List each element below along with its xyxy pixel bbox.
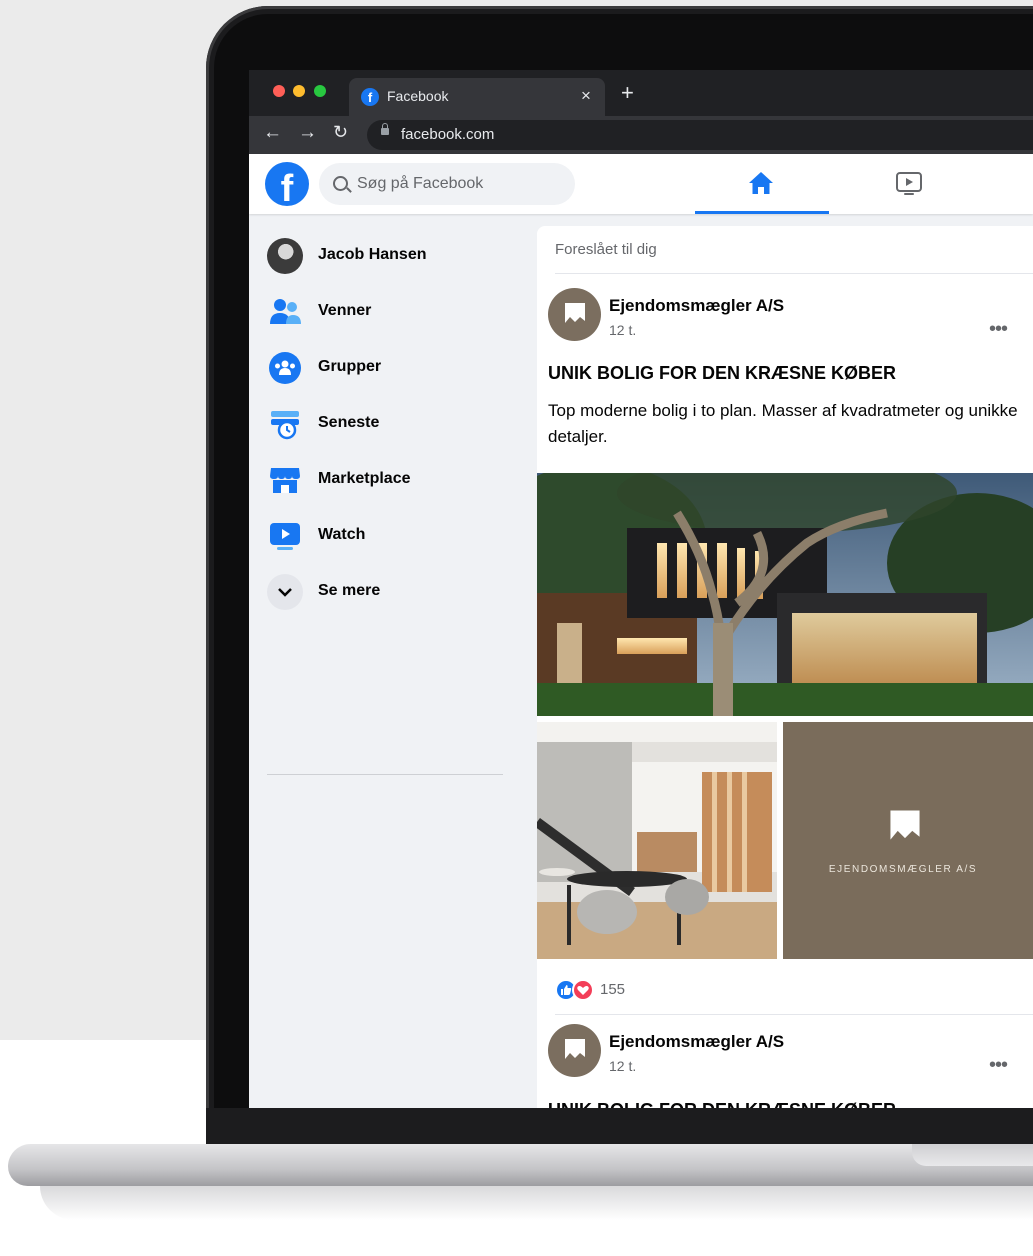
facebook-favicon-icon: f bbox=[361, 88, 379, 106]
sidebar-item-label: Venner bbox=[318, 302, 372, 319]
more-options-icon[interactable]: ••• bbox=[989, 318, 1008, 341]
post-headline: UNIK BOLIG FOR DEN KRÆSNE KØBER bbox=[548, 1100, 896, 1108]
address-bar: ← → ↻ facebook.com bbox=[249, 116, 1033, 154]
flag-logo-icon bbox=[890, 810, 920, 840]
marketplace-icon bbox=[270, 468, 300, 493]
minimize-window-button[interactable] bbox=[293, 85, 305, 97]
friends-icon bbox=[270, 299, 301, 324]
sidebar-item-label: Grupper bbox=[318, 358, 382, 375]
tab-close-icon[interactable]: × bbox=[581, 86, 591, 106]
sidebar-item-marketplace[interactable]: Marketplace bbox=[259, 454, 519, 506]
profile-avatar bbox=[267, 238, 303, 274]
forward-arrow-icon[interactable]: → bbox=[298, 122, 317, 144]
flag-logo-icon bbox=[565, 303, 585, 323]
reaction-count: 155 bbox=[600, 981, 626, 998]
sidebar-item-label: Jacob Hansen bbox=[318, 246, 427, 263]
sidebar-item-see-more[interactable]: Se mere bbox=[259, 566, 519, 618]
sidebar-item-friends[interactable]: Venner bbox=[259, 286, 519, 338]
close-window-button[interactable] bbox=[273, 85, 285, 97]
brand-tile-text: EJENDOMSMÆGLER A/S bbox=[828, 864, 978, 875]
search-placeholder: Søg på Facebook bbox=[357, 175, 484, 192]
url-text: facebook.com bbox=[401, 126, 495, 143]
laptop-notch bbox=[912, 1144, 1033, 1166]
back-arrow-icon[interactable]: ← bbox=[263, 122, 282, 144]
divider bbox=[555, 1014, 1033, 1015]
post-time[interactable]: 12 t. bbox=[609, 1058, 636, 1074]
sidebar-divider bbox=[267, 774, 503, 775]
active-tab-indicator bbox=[695, 211, 829, 214]
new-tab-button[interactable]: + bbox=[621, 80, 634, 106]
feed-post: Ejendomsmægler A/S 12 t. ••• UNIK BOLIG … bbox=[537, 274, 1033, 1108]
sidebar-item-groups[interactable]: Grupper bbox=[259, 342, 519, 394]
search-input[interactable]: Søg på Facebook bbox=[319, 163, 575, 205]
reload-icon[interactable]: ↻ bbox=[333, 122, 348, 143]
post-author[interactable]: Ejendomsmægler A/S bbox=[609, 1032, 784, 1052]
tab-title: Facebook bbox=[387, 88, 449, 104]
watch-icon bbox=[270, 523, 300, 550]
facebook-header: f Søg på Facebook bbox=[249, 154, 1033, 214]
url-field[interactable]: facebook.com bbox=[367, 120, 1033, 150]
love-reaction-icon bbox=[572, 979, 594, 1001]
post-image-brand-tile[interactable]: EJENDOMSMÆGLER A/S bbox=[783, 722, 1033, 959]
page-avatar[interactable] bbox=[548, 288, 601, 341]
sidebar-item-watch[interactable]: Watch bbox=[259, 510, 519, 562]
post-image-house[interactable] bbox=[537, 473, 1033, 716]
page-avatar[interactable] bbox=[548, 1024, 601, 1077]
flag-logo-icon bbox=[565, 1039, 585, 1059]
lock-icon bbox=[381, 123, 389, 135]
home-icon bbox=[749, 172, 773, 194]
tab-watch[interactable] bbox=[849, 154, 969, 214]
sidebar-item-label: Se mere bbox=[318, 582, 381, 599]
sidebar-item-label: Seneste bbox=[318, 414, 380, 431]
recent-icon bbox=[271, 411, 299, 440]
sidebar-item-recent[interactable]: Seneste bbox=[259, 398, 519, 450]
post-body: Top moderne bolig i to plan. Masser af k… bbox=[548, 401, 1018, 446]
more-options-icon[interactable]: ••• bbox=[989, 1054, 1008, 1077]
chevron-down-icon bbox=[267, 574, 303, 610]
laptop-shadow bbox=[40, 1186, 1033, 1220]
post-author[interactable]: Ejendomsmægler A/S bbox=[609, 296, 784, 316]
suggested-label: Foreslået til dig bbox=[555, 241, 657, 258]
browser-tab[interactable]: f Facebook × bbox=[349, 78, 605, 116]
laptop-screen: f Facebook × + ← → ↻ facebook.com f Søg … bbox=[249, 70, 1033, 1108]
left-sidebar: Jacob Hansen Venner Grupper Seneste Mark… bbox=[249, 214, 535, 1108]
sidebar-item-label: Marketplace bbox=[318, 470, 411, 487]
laptop-base bbox=[8, 1144, 1033, 1186]
facebook-logo-icon[interactable]: f bbox=[265, 162, 309, 206]
post-image-interior[interactable] bbox=[537, 722, 777, 959]
groups-icon bbox=[269, 352, 301, 384]
post-headline: UNIK BOLIG FOR DEN KRÆSNE KØBER bbox=[548, 363, 897, 383]
maximize-window-button[interactable] bbox=[314, 85, 326, 97]
laptop-bottom-bezel bbox=[206, 1108, 1033, 1148]
sidebar-item-label: Watch bbox=[318, 526, 366, 543]
tab-home[interactable] bbox=[695, 154, 829, 214]
search-icon bbox=[333, 176, 348, 191]
sidebar-item-profile[interactable]: Jacob Hansen bbox=[259, 230, 519, 282]
video-icon bbox=[896, 172, 922, 195]
suggested-card-header: Foreslået til dig bbox=[537, 226, 1033, 274]
post-time[interactable]: 12 t. bbox=[609, 322, 636, 338]
browser-tab-bar: f Facebook × + bbox=[249, 70, 1033, 116]
